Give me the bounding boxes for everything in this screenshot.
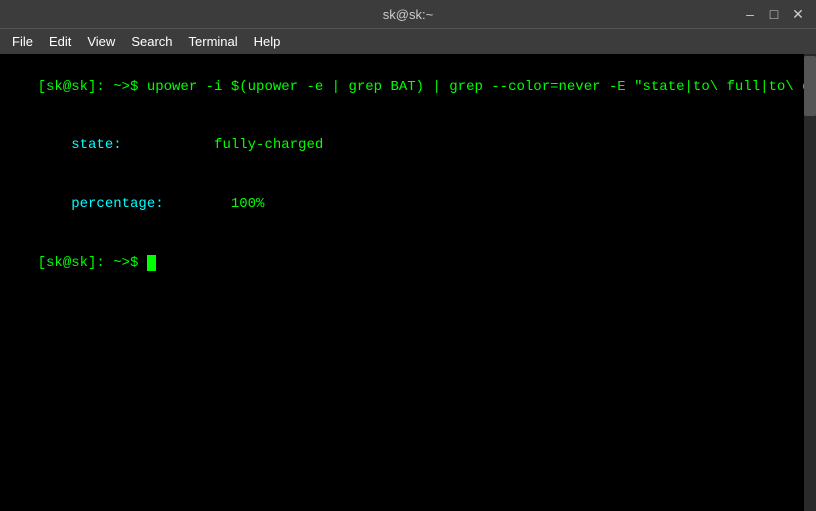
command-1: upower -i $(upower -e | grep BAT) | grep… — [147, 79, 816, 95]
menu-edit[interactable]: Edit — [41, 29, 79, 54]
output-value-percentage: 100% — [164, 196, 265, 212]
terminal-line-3: percentage: 100% — [4, 176, 812, 235]
close-button[interactable]: ✕ — [788, 4, 808, 24]
scrollbar[interactable] — [804, 54, 816, 511]
terminal-line-2: state: fully-charged — [4, 117, 812, 176]
menu-view[interactable]: View — [79, 29, 123, 54]
menu-search[interactable]: Search — [123, 29, 180, 54]
scrollbar-thumb[interactable] — [804, 56, 816, 116]
terminal-line-1: [sk@sk]: ~>$ upower -i $(upower -e | gre… — [4, 58, 812, 117]
output-label-state: state: — [38, 137, 122, 153]
output-label-percentage: percentage: — [38, 196, 164, 212]
menu-help[interactable]: Help — [246, 29, 289, 54]
menu-file[interactable]: File — [4, 29, 41, 54]
menu-bar: File Edit View Search Terminal Help — [0, 28, 816, 54]
title-bar: sk@sk:~ – □ ✕ — [0, 0, 816, 28]
prompt-1: [sk@sk]: ~>$ — [38, 79, 147, 95]
window-title: sk@sk:~ — [383, 7, 433, 22]
terminal-line-4: [sk@sk]: ~>$ — [4, 234, 812, 293]
window-controls: – □ ✕ — [740, 4, 808, 24]
maximize-button[interactable]: □ — [764, 4, 784, 24]
terminal-cursor — [147, 255, 156, 271]
minimize-button[interactable]: – — [740, 4, 760, 24]
prompt-2: [sk@sk]: ~>$ — [38, 255, 147, 271]
output-value-state: fully-charged — [122, 137, 324, 153]
menu-terminal[interactable]: Terminal — [181, 29, 246, 54]
terminal-area[interactable]: [sk@sk]: ~>$ upower -i $(upower -e | gre… — [0, 54, 816, 511]
